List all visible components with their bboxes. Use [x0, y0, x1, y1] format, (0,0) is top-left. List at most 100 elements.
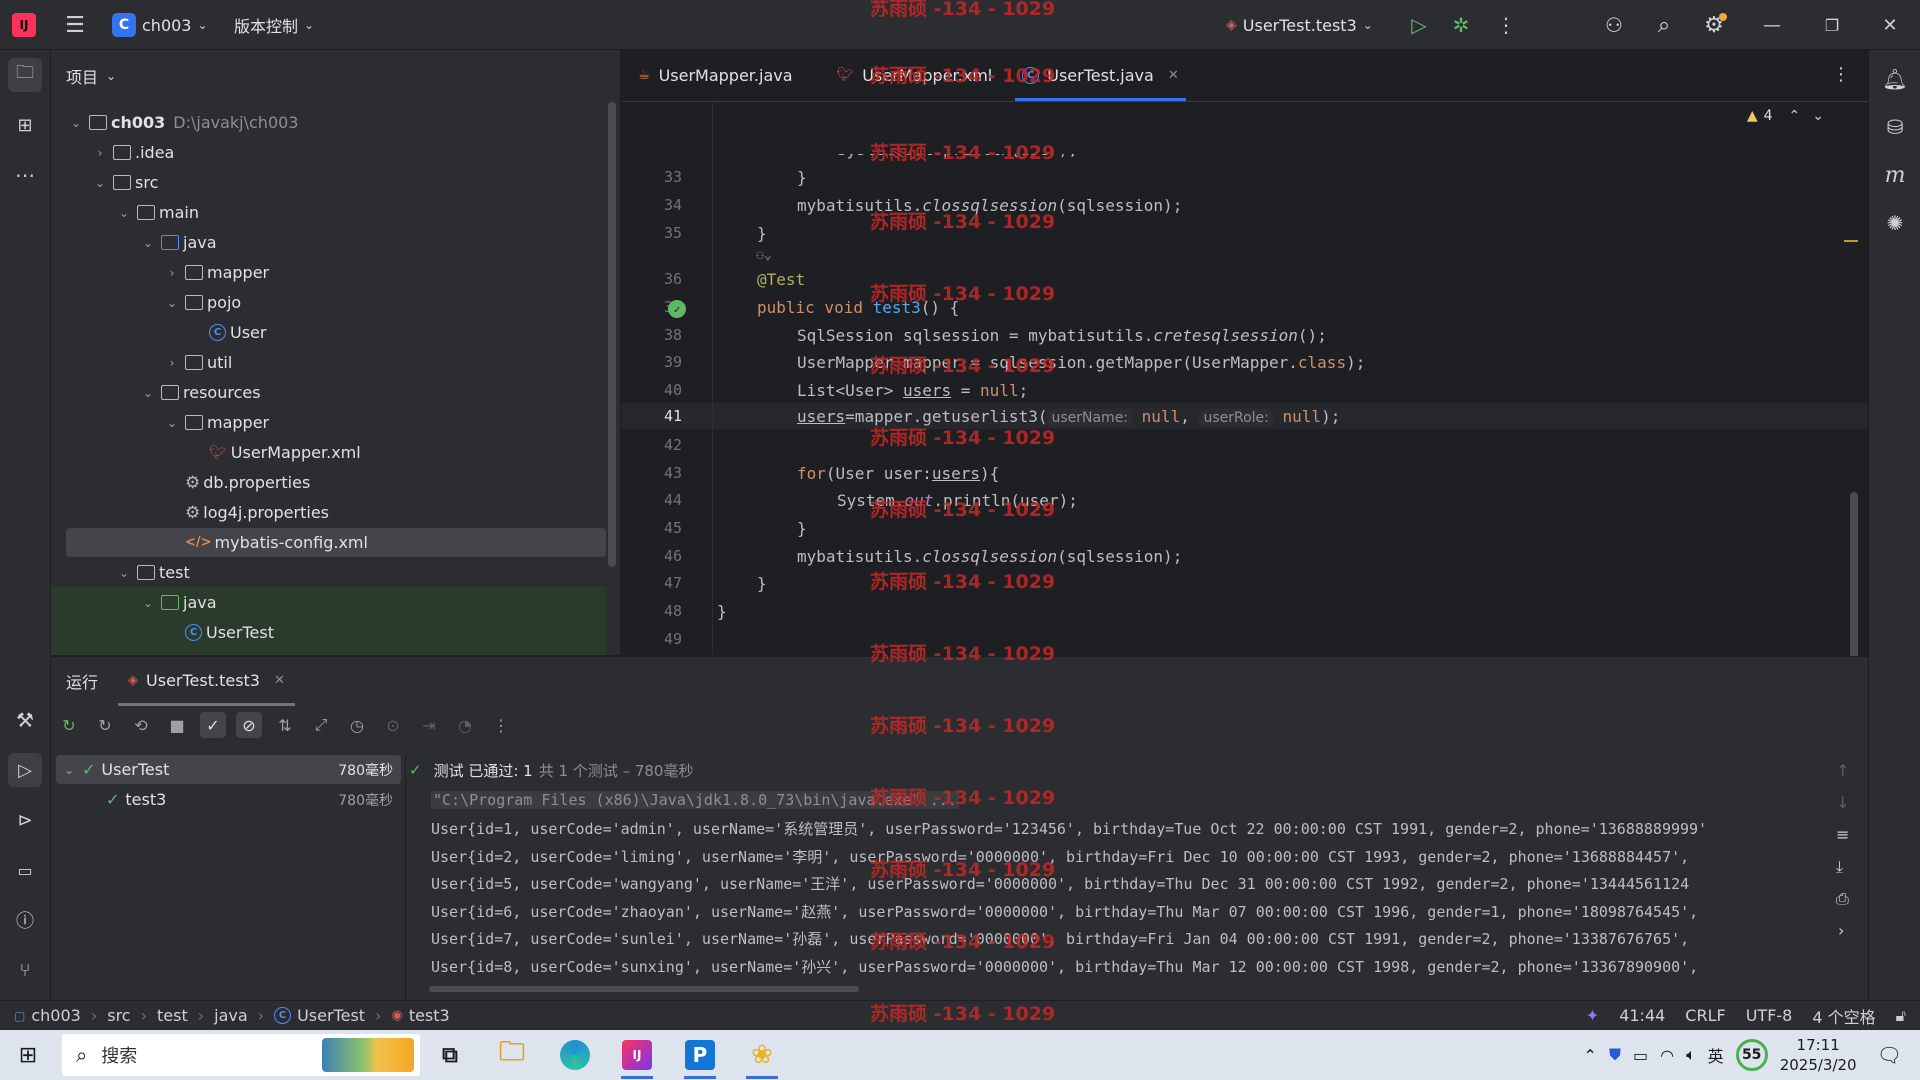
tree-item-mapper-resources[interactable]: ⌄ mapper — [165, 408, 269, 437]
ai-assistant-icon[interactable]: ✦ — [1586, 1006, 1599, 1025]
tree-item-util[interactable]: › util — [165, 348, 233, 377]
toggle-auto-test-icon[interactable]: ⟲ — [128, 712, 154, 738]
lock-icon[interactable]: 🔓︎ — [1896, 1006, 1906, 1026]
tree-item-mapper-package[interactable]: › mapper — [165, 258, 270, 287]
import-results-icon[interactable]: ⇥ — [416, 712, 442, 738]
tree-item-resources[interactable]: ⌄ resources — [141, 378, 261, 407]
file-explorer-icon[interactable]: 🗀 — [492, 1035, 532, 1075]
caret-position[interactable]: 41:44 — [1619, 1006, 1665, 1025]
soft-wrap-icon[interactable]: ≡ — [1836, 825, 1849, 844]
battery-icon[interactable]: ▭ — [1633, 1046, 1648, 1065]
chevron-down-icon[interactable]: ⌄ — [117, 566, 131, 580]
ime-indicator[interactable]: 英 — [1708, 1043, 1724, 1067]
line-separator[interactable]: CRLF — [1685, 1006, 1725, 1025]
ai-assistant-icon[interactable]: ✺ — [1878, 206, 1912, 240]
debug-icon[interactable]: ✲ — [1448, 12, 1474, 38]
minimize-icon[interactable]: — — [1752, 10, 1792, 40]
test-history-icon[interactable]: ◷ — [344, 712, 370, 738]
rerun-failed-icon[interactable]: ↻ — [92, 712, 118, 738]
vcs-menu[interactable]: 版本控制 ⌄ — [226, 8, 322, 42]
more-options-icon[interactable]: ⋮ — [488, 712, 514, 738]
indent-setting[interactable]: 4 个空格 — [1812, 1004, 1875, 1028]
console-hscroll[interactable] — [429, 986, 859, 992]
chevron-right-icon[interactable]: › — [93, 146, 107, 160]
scroll-down-icon[interactable]: ↓ — [1836, 793, 1849, 812]
tab-options-icon[interactable]: ⋮ — [1832, 64, 1850, 85]
database-icon[interactable]: ⛁ — [1878, 110, 1912, 144]
more-actions-icon[interactable]: ⋮ — [1494, 12, 1518, 38]
run-tab[interactable]: ◈ UserTest.test3 ✕ — [118, 658, 295, 706]
project-tool-icon[interactable]: 🗀 — [8, 58, 42, 92]
code-area[interactable]: ▲ 4 ⌃ ⌄ 33 34 35 36 37 38 39 40 41 42 43… — [622, 102, 1868, 677]
code-vision-icon[interactable]: ⚇⌄ — [756, 248, 772, 263]
tree-item-src[interactable]: ⌄ src — [93, 168, 158, 197]
settings-gear-icon[interactable]: ⚙ — [1699, 11, 1729, 39]
close-tab-icon[interactable]: ✕ — [274, 673, 285, 688]
terminal-tool-icon[interactable]: ▭ — [8, 853, 42, 887]
chevron-down-icon[interactable]: ⌄ — [1812, 108, 1824, 124]
search-icon[interactable]: ⌕ — [1649, 11, 1679, 39]
tab-usermapper-java[interactable]: ☕︎ UserMapper.java — [622, 49, 808, 101]
breadcrumb-item[interactable]: UserTest — [297, 1006, 365, 1025]
chevron-down-icon[interactable]: ⌄ — [69, 116, 83, 130]
test-suite-row[interactable]: ⌄ ✓ UserTest 780毫秒 — [56, 755, 401, 784]
project-panel-header[interactable]: 项目 ⌄ — [51, 50, 620, 102]
build-tool-icon[interactable]: ⚒ — [8, 703, 42, 737]
tree-item-user-class[interactable]: C User — [203, 318, 266, 347]
tree-item-main[interactable]: ⌄ main — [117, 198, 199, 227]
edge-browser-icon[interactable] — [555, 1035, 595, 1075]
close-tab-icon[interactable]: ✕ — [1168, 68, 1179, 83]
git-tool-icon[interactable]: ⑂ — [8, 953, 42, 987]
show-passed-icon[interactable]: ✓ — [200, 712, 226, 738]
chevron-down-icon[interactable]: ⌄ — [93, 176, 107, 190]
tree-item-idea[interactable]: › .idea — [93, 138, 175, 167]
app-p-icon[interactable]: P — [680, 1035, 720, 1079]
more-tools-icon[interactable]: ⋯ — [8, 158, 42, 192]
close-icon[interactable]: ✕ — [1870, 10, 1910, 40]
task-view-icon[interactable]: ⧉ — [430, 1035, 470, 1075]
tree-item-test[interactable]: ⌄ test — [117, 558, 190, 587]
add-user-icon[interactable]: ⚇ — [1599, 11, 1629, 39]
test-passed-run-icon[interactable]: ✓ — [668, 300, 686, 318]
breadcrumb-item[interactable]: src — [107, 1006, 130, 1025]
scroll-to-end-icon[interactable]: ⤓ — [1836, 857, 1843, 877]
tree-item-pojo[interactable]: ⌄ pojo — [165, 288, 241, 317]
tree-item-usertest[interactable]: C UserTest — [179, 618, 274, 647]
breadcrumb-item[interactable]: test — [157, 1006, 188, 1025]
chevron-down-icon[interactable]: ⌄ — [165, 416, 179, 430]
chevron-down-icon[interactable]: ⌄ — [141, 236, 155, 250]
action-center-icon[interactable]: 🗨︎ — [1877, 1043, 1902, 1067]
chevron-up-icon[interactable]: ⌃ — [1584, 1046, 1597, 1065]
main-menu-icon[interactable]: ☰ — [60, 10, 90, 40]
problems-tool-icon[interactable]: ⓘ — [8, 903, 42, 937]
taskbar-search-box[interactable]: ⌕ 搜索 — [62, 1034, 420, 1076]
more-chevron-icon[interactable]: › — [1838, 921, 1844, 940]
project-scrollbar[interactable] — [608, 102, 616, 567]
notifications-bell-icon[interactable]: 🔔︎ — [1878, 62, 1912, 96]
coverage-icon[interactable]: ◔ — [452, 712, 478, 738]
run-icon[interactable]: ▷ — [1406, 12, 1432, 38]
notification-count-badge[interactable]: 55 — [1735, 1039, 1768, 1071]
run-tool-icon[interactable]: ▷ — [8, 753, 42, 787]
windows-start-icon[interactable]: ⊞ — [12, 1040, 44, 1070]
sort-by-duration-icon[interactable]: ⤢ — [308, 712, 334, 738]
console-output[interactable]: ✓ 测试 已通过: 1 共 1 个测试 – 780毫秒 "C:\Program … — [409, 755, 1871, 995]
show-ignored-icon[interactable]: ⊘ — [236, 712, 262, 738]
restore-icon[interactable]: ❐ — [1812, 10, 1852, 40]
breadcrumb-item[interactable]: ch003 — [31, 1006, 80, 1025]
tree-item-java[interactable]: ⌄ java — [141, 228, 217, 257]
editor-scrollbar[interactable] — [1850, 492, 1858, 677]
file-encoding[interactable]: UTF-8 — [1746, 1006, 1793, 1025]
rerun-icon[interactable]: ↻ — [56, 712, 82, 738]
test-case-row[interactable]: ✓ test3 780毫秒 — [56, 785, 401, 814]
chevron-up-icon[interactable]: ⌃ — [1789, 108, 1801, 124]
chevron-down-icon[interactable]: ⌄ — [117, 206, 131, 220]
stop-icon[interactable]: ■ — [164, 712, 190, 738]
chevron-right-icon[interactable]: › — [165, 356, 179, 370]
sort-alphabetically-icon[interactable]: ⇅ — [272, 712, 298, 738]
tree-item-usermapper-xml[interactable]: 🐦︎ UserMapper.xml — [203, 438, 361, 467]
wifi-icon[interactable]: ◠ — [1660, 1046, 1674, 1065]
chevron-down-icon[interactable]: ⌄ — [141, 596, 155, 610]
project-switcher[interactable]: C ch003 ⌄ — [104, 8, 216, 42]
tree-item-mybatis-config[interactable]: </> mybatis-config.xml — [179, 528, 368, 557]
